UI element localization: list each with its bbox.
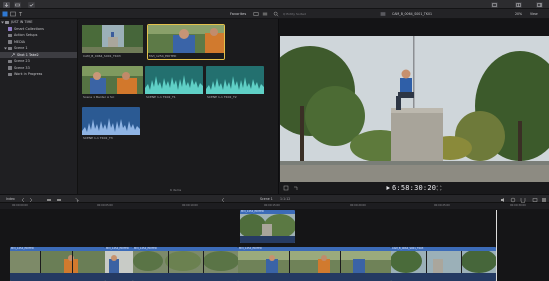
event-icon bbox=[8, 59, 12, 63]
solo-icon[interactable] bbox=[510, 197, 516, 203]
timeline: MVI_1254_EDITED MVI_1254_EDITED MVI_1254… bbox=[0, 210, 549, 281]
clip-filmstrip bbox=[10, 250, 105, 281]
inspector-icon[interactable] bbox=[536, 1, 543, 8]
timeline-primary-clip[interactable]: MVI_1254_EDITED bbox=[133, 247, 238, 281]
search-input[interactable]: Q Entity Sorted bbox=[283, 12, 306, 16]
check-icon[interactable] bbox=[28, 1, 35, 8]
event-icon bbox=[8, 40, 12, 44]
top-toolbar bbox=[0, 0, 549, 9]
insert-edit-icon[interactable] bbox=[56, 197, 62, 203]
viewer-video-frame[interactable] bbox=[280, 30, 549, 192]
timeline-primary-clip[interactable]: CAM_B_0064_S001_TK03 bbox=[391, 247, 496, 281]
connect-edit-icon[interactable] bbox=[46, 197, 52, 203]
clip-appearance-icon[interactable] bbox=[532, 197, 538, 203]
browser-clip[interactable]: Scene 1 Banter A Sci bbox=[82, 66, 143, 100]
clip-name: SCENE 1-1 TK02_T1 bbox=[145, 94, 203, 100]
select-tool-icon[interactable] bbox=[74, 197, 80, 203]
clip-name: SCENE 1-1 TK02_T2 bbox=[206, 94, 264, 100]
snapping-icon[interactable] bbox=[520, 197, 526, 203]
clip-filmstrip bbox=[240, 213, 295, 243]
viewer-clip-name: CAM_B_0064_S001_TK01 bbox=[392, 12, 433, 16]
forward-arrow-icon[interactable] bbox=[28, 197, 34, 203]
clip-filmstrip bbox=[133, 250, 238, 281]
browser-audio-clip[interactable]: SCENE 1-1 TK02_T3 bbox=[82, 107, 140, 141]
clip-name: SCENE 1-1 TK02_T3 bbox=[82, 135, 140, 141]
clip-filmstrip bbox=[391, 250, 496, 281]
ruler-tick-label: 00:00:05:00 bbox=[97, 204, 113, 207]
clip-thumbnail bbox=[82, 25, 143, 53]
disclosure-triangle-icon[interactable] bbox=[4, 47, 7, 50]
clip-thumbnail bbox=[82, 66, 143, 94]
timeline-connected-clip[interactable]: MVI_1254_EDITED bbox=[240, 210, 295, 243]
browser-icon[interactable] bbox=[515, 1, 522, 8]
clip-browser: CAM_B_0064_S001_TK03 MVI_1254_EDITED Sce… bbox=[78, 19, 278, 194]
svg-text:T: T bbox=[18, 12, 23, 17]
event-icon bbox=[8, 72, 12, 76]
timeline-ruler[interactable]: 00:00:00:00 00:00:05:00 00:00:10:00 00:0… bbox=[0, 203, 549, 210]
item-count: 6 items bbox=[170, 188, 182, 192]
event-icon bbox=[8, 46, 12, 50]
keys-icon[interactable] bbox=[14, 1, 21, 8]
clip-filmstrip bbox=[105, 250, 133, 281]
folder-icon bbox=[8, 27, 12, 31]
play-icon[interactable] bbox=[385, 185, 391, 191]
sidebar-item-work-in-progress[interactable]: Work in Progress bbox=[0, 71, 77, 78]
back-arrow-icon[interactable] bbox=[20, 197, 26, 203]
photos-icon[interactable] bbox=[10, 11, 16, 17]
titles-icon[interactable]: T bbox=[18, 11, 24, 17]
disclosure-triangle-icon[interactable] bbox=[1, 21, 4, 24]
clip-name: Scene 1 Banter A Sci bbox=[82, 94, 143, 100]
library-icon bbox=[5, 20, 9, 24]
filmstrip-icon[interactable] bbox=[262, 11, 268, 17]
crop-tool-icon[interactable] bbox=[293, 185, 299, 191]
playhead[interactable] bbox=[496, 210, 497, 281]
ruler-tick-label: 00:00:30:00 bbox=[510, 204, 526, 207]
sidebar-toggle-icon[interactable] bbox=[2, 11, 8, 17]
keyword-icon bbox=[11, 53, 15, 57]
audio-skimming-icon[interactable] bbox=[500, 197, 506, 203]
timeline-toolbar: Index Scene 1 1:1:12 bbox=[0, 194, 549, 203]
effects-browser-icon[interactable] bbox=[541, 197, 547, 203]
clip-appearance-icon[interactable] bbox=[253, 11, 259, 17]
audio-waveform-icon bbox=[206, 66, 264, 94]
timeline-primary-clip[interactable]: MVI_1254_EDITED bbox=[238, 247, 391, 281]
clip-name: MVI_1254_EDITED bbox=[148, 53, 224, 59]
event-icon bbox=[8, 66, 12, 70]
timeline-primary-clip[interactable]: MVI_1254_EDITED bbox=[105, 247, 133, 281]
viewer-controls: 6:58:30:20 bbox=[279, 182, 549, 194]
timeline-index-button[interactable]: Index bbox=[6, 197, 15, 201]
clip-name: CAM_B_0064_S001_TK03 bbox=[82, 53, 143, 59]
viewer-layout-icon[interactable] bbox=[380, 11, 386, 17]
ruler-tick-label: 00:00:15:00 bbox=[264, 204, 280, 207]
clip-filmstrip bbox=[238, 250, 391, 281]
ruler-tick-label: 00:00:25:00 bbox=[434, 204, 450, 207]
project-name: Scene 1 bbox=[260, 197, 273, 201]
transform-tool-icon[interactable] bbox=[283, 185, 289, 191]
browser-viewer-toolbar: T Favorites Q Entity Sorted CAM_B_0064_S… bbox=[0, 9, 549, 19]
clip-thumbnail bbox=[148, 25, 224, 53]
fullscreen-icon[interactable] bbox=[436, 185, 442, 191]
timecode-display[interactable]: 6:58:30:20 bbox=[392, 184, 436, 192]
import-icon[interactable] bbox=[3, 1, 10, 8]
filter-popup[interactable]: Favorites bbox=[230, 12, 246, 16]
library-icon[interactable] bbox=[491, 1, 498, 8]
view-popup[interactable]: View bbox=[530, 12, 538, 16]
viewer: 6:58:30:20 bbox=[278, 19, 549, 194]
ruler-tick-label: 00:00:20:00 bbox=[350, 204, 366, 207]
browser-audio-clip[interactable]: SCENE 1-1 TK02_T1 bbox=[145, 66, 203, 100]
browser-clip-selected[interactable]: MVI_1254_EDITED bbox=[147, 24, 225, 60]
zoom-popup[interactable]: 20% bbox=[515, 12, 522, 16]
libraries-sidebar: JUST IN TIME Smart Collections Action Se… bbox=[0, 19, 78, 194]
project-duration: 1:1:12 bbox=[280, 197, 291, 201]
browser-clip[interactable]: CAM_B_0064_S001_TK03 bbox=[82, 25, 143, 59]
ruler-tick-label: 00:00:10:00 bbox=[182, 204, 198, 207]
audio-waveform-icon bbox=[145, 66, 203, 94]
audio-waveform-icon bbox=[82, 107, 140, 135]
search-icon[interactable] bbox=[273, 11, 279, 17]
timeline-primary-clip[interactable]: MVI_1254_EDITED bbox=[10, 247, 105, 281]
ruler-tick-label: 00:00:00:00 bbox=[12, 204, 28, 207]
browser-audio-clip[interactable]: SCENE 1-1 TK02_T2 bbox=[206, 66, 264, 100]
event-icon bbox=[8, 33, 12, 37]
project-back-icon[interactable] bbox=[220, 197, 226, 203]
